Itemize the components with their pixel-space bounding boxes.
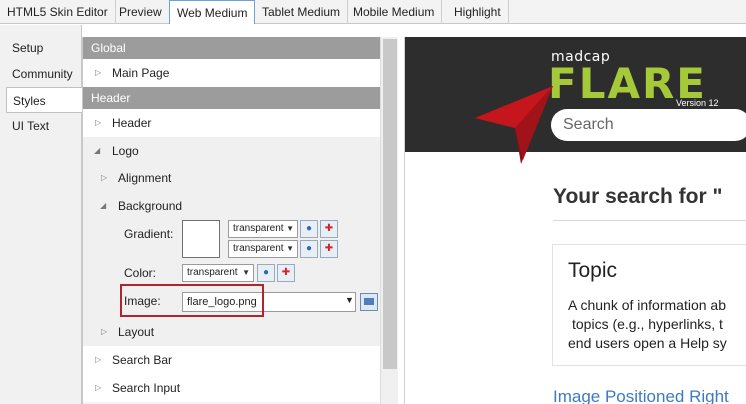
red-pointer-icon	[475, 86, 553, 164]
color-picker-icon[interactable]: ●	[300, 240, 318, 258]
tree-item-label: Header	[112, 116, 152, 130]
clear-color-icon[interactable]: ✚	[277, 264, 295, 282]
browse-image-icon[interactable]	[360, 293, 378, 311]
results-divider	[553, 220, 746, 221]
tree-item-label: Layout	[118, 325, 155, 339]
tree-item-label: Alignment	[118, 171, 172, 185]
result-link[interactable]: Image Positioned Right	[553, 387, 729, 404]
clear-color-icon[interactable]: ✚	[320, 240, 338, 258]
chevron-down-icon: ▼	[242, 268, 250, 277]
editor-tab-bar: HTML5 Skin Editor Preview Web Medium Tab…	[0, 0, 746, 24]
collapse-arrow-icon[interactable]: ◢	[94, 137, 100, 165]
side-tab-setup[interactable]: Setup	[6, 35, 82, 61]
tab-tablet-medium[interactable]: Tablet Medium	[255, 0, 349, 24]
preview-header: madcap FLARE Version 12 Search	[405, 37, 746, 164]
gradient-swatch[interactable]	[182, 220, 220, 258]
color-select[interactable]: transparent ▼	[182, 264, 254, 282]
topic-card-title: Topic	[568, 259, 618, 282]
logo-version-text: Version 12	[676, 98, 719, 108]
expand-arrow-icon[interactable]: ▷	[95, 374, 101, 402]
tree-item-layout[interactable]: ▷ Layout	[83, 318, 380, 346]
topic-card-text: end users open a Help sy	[568, 335, 727, 351]
side-tab-community[interactable]: Community	[6, 61, 82, 87]
side-tab-panel: Setup Community Styles UI Text	[0, 25, 82, 404]
tab-html5-skin-editor[interactable]: HTML5 Skin Editor	[0, 0, 116, 24]
topic-card-text: A chunk of information ab	[568, 297, 726, 313]
clear-color-icon[interactable]: ✚	[320, 220, 338, 238]
topic-card: Topic A chunk of information ab topics (…	[552, 244, 746, 366]
tab-preview[interactable]: Preview	[112, 0, 170, 24]
tree-item-label: Main Page	[112, 66, 170, 80]
expand-arrow-icon[interactable]: ▷	[101, 318, 107, 346]
gradient-start-value: transparent	[233, 223, 284, 234]
gradient-end-value: transparent	[233, 243, 284, 254]
property-scrollbar[interactable]	[380, 37, 398, 404]
tab-mobile-medium[interactable]: Mobile Medium	[346, 0, 443, 24]
gradient-start-select[interactable]: transparent ▼	[228, 220, 298, 238]
tab-highlight[interactable]: Highlight	[447, 0, 509, 24]
gradient-end-select[interactable]: transparent ▼	[228, 240, 298, 258]
chevron-down-icon: ▼	[286, 244, 294, 253]
search-results-heading: Your search for "	[553, 185, 723, 208]
expand-arrow-icon[interactable]: ▷	[101, 164, 107, 192]
expand-arrow-icon[interactable]: ▷	[95, 346, 101, 374]
color-picker-icon[interactable]: ●	[300, 220, 318, 238]
tree-item-label: Search Input	[112, 381, 181, 395]
preview-search-input[interactable]: Search	[551, 109, 746, 141]
chevron-down-icon[interactable]: ▼	[345, 295, 354, 305]
gradient-label: Gradient:	[124, 227, 174, 241]
side-tab-ui-text[interactable]: UI Text	[6, 113, 82, 139]
tree-item-alignment[interactable]: ▷ Alignment	[83, 164, 380, 192]
tree-item-label: Logo	[112, 144, 139, 158]
topic-card-text: topics (e.g., hyperlinks, t	[572, 316, 723, 332]
skin-preview-pane: madcap FLARE Version 12 Search Your sear…	[404, 37, 746, 404]
color-value: transparent	[187, 267, 238, 278]
collapse-arrow-icon[interactable]: ◢	[100, 192, 106, 220]
tree-item-background[interactable]: ◢ Background	[83, 192, 380, 220]
tree-item-search-input[interactable]: ▷ Search Input	[83, 374, 380, 402]
chevron-down-icon: ▼	[286, 224, 294, 233]
section-global: Global	[83, 37, 380, 59]
tree-item-header[interactable]: ▷ Header	[83, 109, 380, 137]
tree-item-label: Search Bar	[112, 353, 173, 367]
tree-item-label: Background	[118, 199, 183, 213]
color-picker-icon[interactable]: ●	[257, 264, 275, 282]
tab-web-medium[interactable]: Web Medium	[169, 0, 256, 24]
section-header: Header	[83, 87, 380, 109]
scrollbar-thumb[interactable]	[383, 39, 397, 369]
tree-item-main-page[interactable]: ▷ Main Page	[83, 59, 380, 87]
expand-arrow-icon[interactable]: ▷	[95, 59, 101, 87]
tree-item-search-bar[interactable]: ▷ Search Bar	[83, 346, 380, 374]
tree-item-logo[interactable]: ◢ Logo	[83, 137, 380, 165]
side-tab-styles[interactable]: Styles	[6, 87, 82, 113]
expand-arrow-icon[interactable]: ▷	[95, 109, 101, 137]
image-highlight-callout	[120, 284, 264, 317]
